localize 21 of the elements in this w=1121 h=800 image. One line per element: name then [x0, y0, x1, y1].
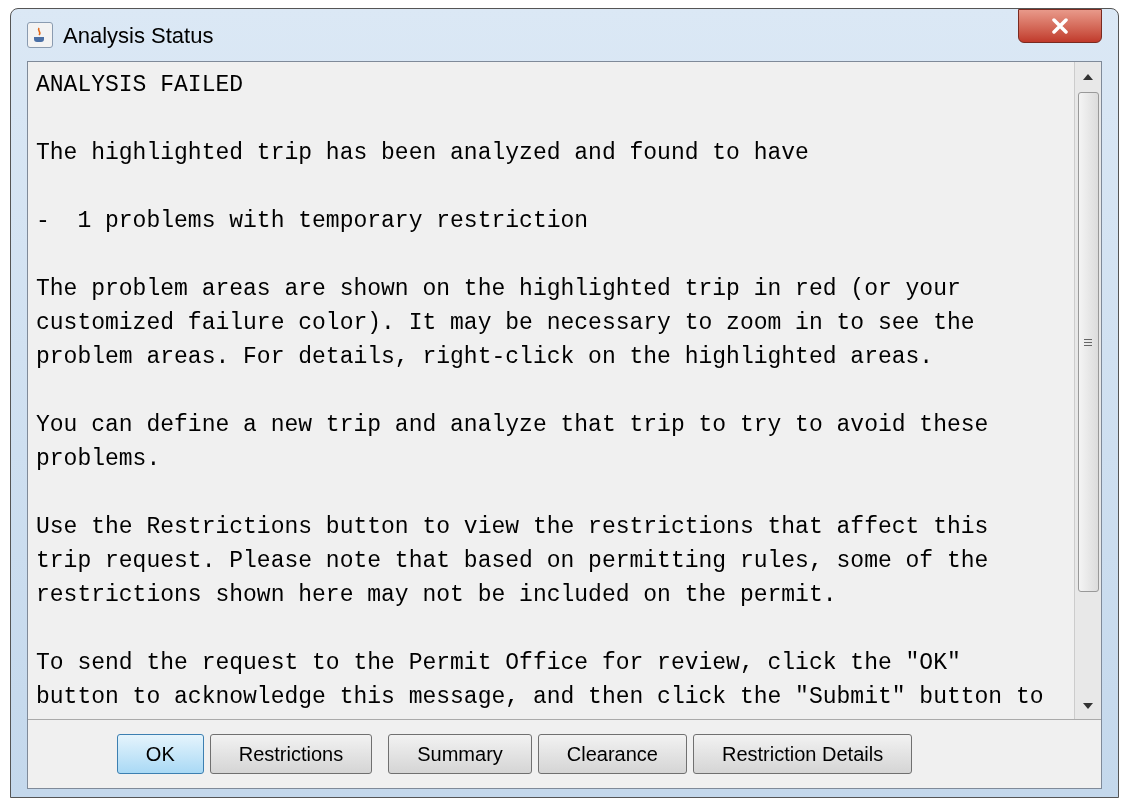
- message-paragraph: You can define a new trip and analyze that trip to try to avoid these problems.: [36, 411, 990, 474]
- message-paragraph: To send the request to the Permit Office for review, click the "OK" button to acknowledge this message, and then click the "Submit" button to: [36, 649, 1045, 712]
- dialog-button[interactable]: Restrictions: [209, 734, 373, 774]
- message-paragraph: The problem areas are shown on the highlighted trip in red (or your customized failure color). It may be necessary to zoom in to see the problem areas. For details, right-click on the highlighted areas.: [36, 275, 976, 372]
- dialog-button[interactable]: Restriction Details: [693, 734, 913, 774]
- close-button[interactable]: [1018, 9, 1102, 43]
- close-icon: [1050, 18, 1070, 34]
- dialog-button[interactable]: OK: [116, 734, 204, 774]
- message-paragraph: - 1 problems with temporary restriction: [36, 207, 590, 236]
- scroll-up-icon[interactable]: [1083, 74, 1093, 80]
- scrollbar[interactable]: [1074, 62, 1101, 719]
- message-paragraph: Use the Restrictions button to view the restrictions that affect this trip request. Please note that based on permitting rules, some of the restrictions shown here may not be included on the permit.: [36, 513, 990, 610]
- cup-icon: [27, 22, 53, 48]
- window-title: Analysis Status: [63, 21, 214, 50]
- dialog-button[interactable]: Summary: [388, 734, 532, 774]
- grip-icon: [1084, 338, 1092, 346]
- dialog-button[interactable]: Clearance: [537, 734, 687, 774]
- message-paragraph: The highlighted trip has been analyzed and found to have: [36, 139, 810, 168]
- message-paragraph: ANALYSIS FAILED: [36, 71, 245, 100]
- scroll-down-icon[interactable]: [1083, 703, 1093, 709]
- scroll-thumb[interactable]: [1077, 92, 1099, 592]
